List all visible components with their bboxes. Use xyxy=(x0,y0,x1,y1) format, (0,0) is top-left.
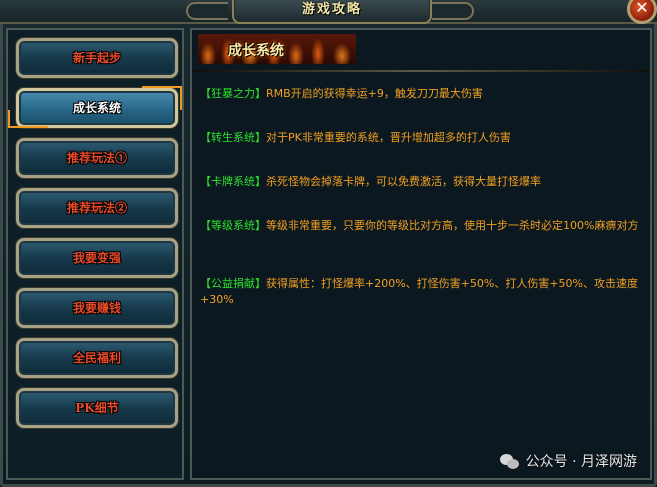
active-highlight-side xyxy=(180,86,182,110)
title-ornament-left xyxy=(186,2,228,20)
sidebar-item-beginner[interactable]: 新手起步 xyxy=(16,38,178,78)
watermark: 公众号 · 月泽网游 xyxy=(499,451,637,471)
section-title: 成长系统 xyxy=(228,43,284,59)
title-bar: 游戏攻略 xyxy=(0,0,657,24)
guide-entry: 【等级系统】等级非常重要，只要你的等级比对方高，使用十步一杀时必定100%麻痹对… xyxy=(200,218,644,234)
header-divider xyxy=(192,70,650,72)
close-icon: ✕ xyxy=(635,0,649,17)
entry-text: 杀死怪物会掉落卡牌，可以免费激活，获得大量打怪爆率 xyxy=(266,175,541,188)
guide-entry: 【转生系统】对于PK非常重要的系统，晋升增加超多的打人伤害 xyxy=(200,130,644,146)
sidebar-item-pk-details[interactable]: PK细节 xyxy=(16,388,178,428)
sidebar-item-make-money[interactable]: 我要赚钱 xyxy=(16,288,178,328)
entry-text: RMB开启的获得幸运+9，触发刀刀最大伤害 xyxy=(266,87,483,100)
guide-entry: 【狂暴之力】RMB开启的获得幸运+9，触发刀刀最大伤害 xyxy=(200,86,644,102)
section-header: 成长系统 xyxy=(198,34,356,64)
active-highlight-bottom xyxy=(8,126,48,128)
sidebar-item-recommended-1[interactable]: 推荐玩法① xyxy=(16,138,178,178)
sidebar-item-label: 我要变强 xyxy=(72,251,121,265)
entry-text: 获得属性：打怪爆率+200%、打怪伤害+50%、打人伤害+50%、攻击速度+30… xyxy=(200,277,638,306)
sidebar-item-get-stronger[interactable]: 我要变强 xyxy=(16,238,178,278)
entry-tag: 【转生系统】 xyxy=(200,131,266,144)
entry-text: 对于PK非常重要的系统，晋升增加超多的打人伤害 xyxy=(266,131,511,144)
sidebar-item-label: 成长系统 xyxy=(72,101,121,115)
entry-tag: 【狂暴之力】 xyxy=(200,87,266,100)
sidebar-item-label: 推荐玩法② xyxy=(66,201,127,215)
sidebar-item-label: PK细节 xyxy=(75,401,119,415)
sidebar-item-label: 新手起步 xyxy=(72,51,121,65)
content-panel: 成长系统 【狂暴之力】RMB开启的获得幸运+9，触发刀刀最大伤害 【转生系统】对… xyxy=(190,28,652,480)
guide-entry: 【公益捐献】获得属性：打怪爆率+200%、打怪伤害+50%、打人伤害+50%、攻… xyxy=(200,276,644,308)
wechat-icon xyxy=(499,454,520,470)
sidebar: 新手起步 成长系统 推荐玩法① 推荐玩法② 我要变强 我要赚钱 全民福利 PK细… xyxy=(6,28,184,480)
sidebar-item-label: 我要赚钱 xyxy=(72,301,121,315)
entry-tag: 【卡牌系统】 xyxy=(200,175,266,188)
entry-text: 等级非常重要，只要你的等级比对方高，使用十步一杀时必定100%麻痹对方 xyxy=(266,219,639,232)
active-highlight-top xyxy=(142,86,182,88)
watermark-text: 公众号 · 月泽网游 xyxy=(525,454,637,470)
entry-tag: 【公益捐献】 xyxy=(200,277,266,290)
sidebar-item-label: 推荐玩法① xyxy=(66,151,127,165)
entry-tag: 【等级系统】 xyxy=(200,219,266,232)
sidebar-item-welfare[interactable]: 全民福利 xyxy=(16,338,178,378)
active-highlight-left xyxy=(8,110,10,127)
title-ornament-right xyxy=(432,2,474,20)
sidebar-item-recommended-2[interactable]: 推荐玩法② xyxy=(16,188,178,228)
title-plate: 游戏攻略 xyxy=(232,0,432,24)
sidebar-item-growth-system[interactable]: 成长系统 xyxy=(16,88,178,128)
guide-entry: 【卡牌系统】杀死怪物会掉落卡牌，可以免费激活，获得大量打怪爆率 xyxy=(200,174,644,190)
window-title: 游戏攻略 xyxy=(301,2,362,17)
sidebar-item-label: 全民福利 xyxy=(72,351,121,365)
